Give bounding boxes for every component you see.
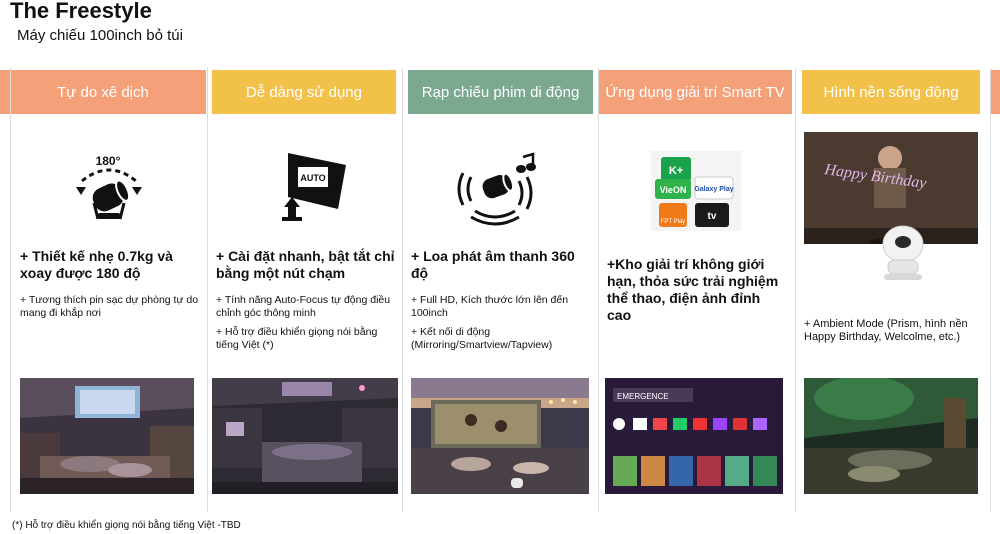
feature-column-freedom: 180° + Thiết kế nhẹ 0.7kg và xoay được 1…: [12, 118, 206, 498]
feature-main-text: + Thiết kế nhẹ 0.7kg và xoay được 180 độ: [20, 248, 173, 281]
auto-focus-icon: AUTO: [208, 146, 402, 236]
svg-text:K+: K+: [669, 165, 683, 177]
feature-column-smart-tv: K+ VieON Galaxy Play FPT Play tv +Kho gi…: [599, 118, 793, 498]
heading-mobile-cinema: Rạp chiếu phim di động: [421, 83, 580, 101]
feature-column-easy: AUTO + Cài đặt nhanh, bật tắt chỉ bằng m…: [208, 118, 402, 498]
column-divider: [990, 68, 991, 512]
page-subtitle: Máy chiếu 100inch bỏ túi: [17, 27, 183, 44]
feature-column-ambient: Happy Birthday + Ambient Mode (Prism, hì…: [796, 118, 990, 498]
feature-header-band: Tự do xê dịch Dễ dàng sử dụng Rạp chiếu …: [0, 70, 1000, 114]
heading-smart-tv: Ứng dụng giải trí Smart TV: [605, 83, 785, 101]
footnote: (*) Hỗ trợ điều khiển giọng nói bằng tiế…: [12, 520, 241, 531]
header-bg-edge: [990, 70, 1000, 114]
feature-column-cinema: + Loa phát âm thanh 360 độ + Full HD, Kí…: [403, 118, 597, 498]
feature-sub-text: + Kết nối di động (Mirroring/Smartview/T…: [411, 326, 553, 351]
ambient-lighting-room-photo: [804, 378, 978, 494]
feature-sub-text: + Ambient Mode (Prism, hình nền Happy Bi…: [804, 318, 968, 343]
svg-text:FPT Play: FPT Play: [661, 219, 686, 225]
page-title: The Freestyle: [10, 0, 152, 23]
feature-sub-text: + Hỗ trợ điều khiển giọng nói bằng tiếng…: [216, 326, 378, 351]
svg-text:EMERGENCE: EMERGENCE: [617, 392, 669, 401]
rotate-180-projector-icon: 180°: [12, 146, 206, 236]
column-divider: [10, 68, 11, 512]
svg-text:VieON: VieON: [660, 185, 687, 195]
freestyle-projector-product: [880, 222, 926, 284]
heading-freedom: Tự do xê dịch: [57, 83, 149, 101]
bedroom-ceiling-projection-photo: [212, 378, 398, 494]
svg-text:tv: tv: [708, 211, 717, 222]
heading-easy-use: Dễ dàng sử dụng: [246, 83, 362, 101]
feature-sub-text: + Full HD, Kích thước lớn lên đến 100inc…: [411, 294, 569, 319]
heading-ambient: Hình nền sống động: [823, 83, 959, 101]
feature-main-text: + Loa phát âm thanh 360 độ: [411, 248, 575, 281]
feature-sub-text: + Tương thích pin sạc dự phòng tự do man…: [20, 294, 199, 319]
feature-main-text: + Cài đặt nhanh, bật tắt chỉ bằng một nú…: [216, 248, 395, 281]
smart-tv-ui-screenshot: EMERGENCE: [605, 378, 783, 494]
feature-main-text: +Kho giải trí không giới hạn, thỏa sức t…: [607, 256, 779, 323]
360-speaker-icon: [403, 146, 597, 236]
outdoor-rooftop-cinema-photo: [411, 378, 589, 494]
svg-text:Galaxy Play: Galaxy Play: [694, 186, 733, 193]
svg-text:AUTO: AUTO: [300, 173, 325, 183]
svg-text:180°: 180°: [96, 154, 121, 168]
living-room-projection-photo: [20, 378, 194, 494]
smart-tv-apps-icon: K+ VieON Galaxy Play FPT Play tv: [599, 146, 793, 236]
feature-sub-text: + Tính năng Auto-Focus tự động điều chỉn…: [216, 294, 391, 319]
